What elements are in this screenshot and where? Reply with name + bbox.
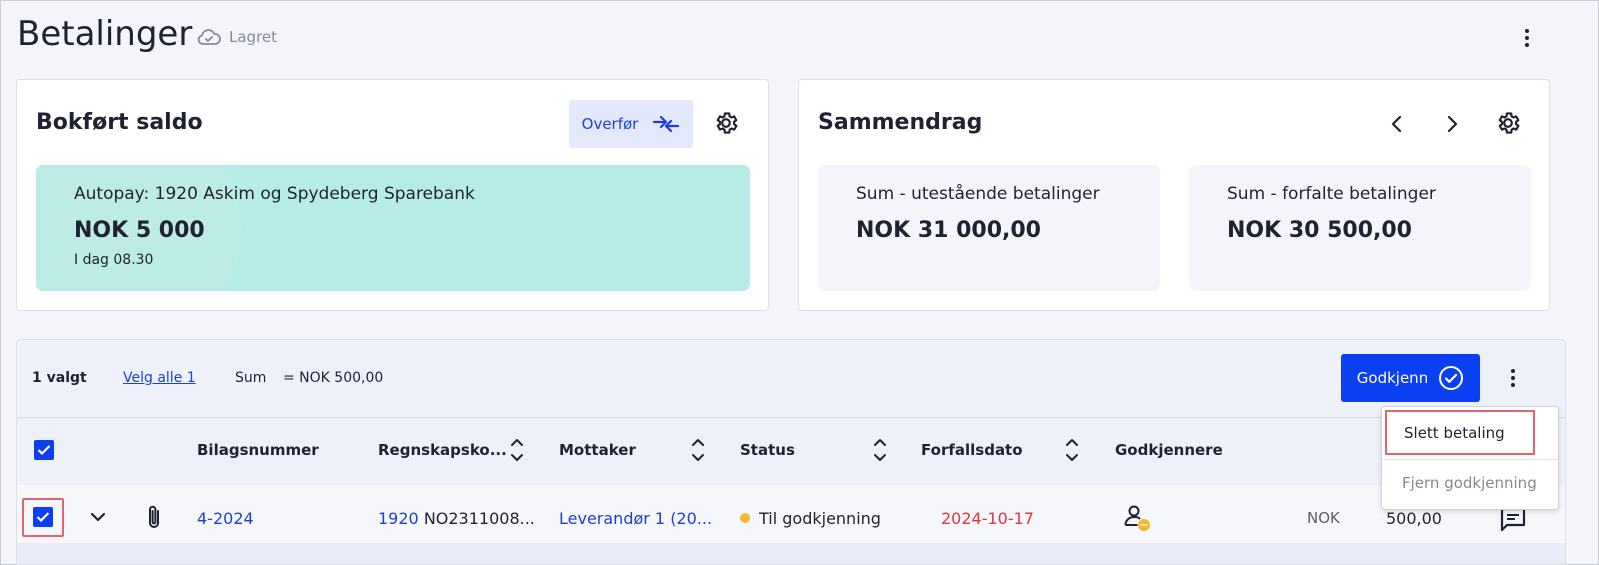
due-date: 2024-10-17 (941, 509, 1034, 528)
column-header-voucher[interactable]: Bilagsnummer (197, 441, 319, 459)
sort-recipient-icon[interactable] (691, 437, 705, 463)
chevron-down-icon[interactable] (89, 508, 107, 526)
saved-status: Lagret (196, 27, 277, 47)
outstanding-label: Sum - utestående betalinger (856, 184, 1100, 204)
currency-cell: NOK (1307, 509, 1340, 527)
summary-card: Sammendrag Sum - utestående betalinger N… (798, 79, 1550, 311)
recipient-link[interactable]: Leverandør 1 (20... (559, 509, 712, 528)
balance-card: Bokført saldo Overfør Autopay: 1920 Aski… (16, 79, 769, 311)
account-cell: 1920 NO2311008... (378, 509, 535, 528)
delete-payment-menu-item[interactable]: Slett betaling (1385, 410, 1535, 455)
column-header-recipient[interactable]: Mottaker (559, 441, 636, 459)
summary-card-title: Sammendrag (818, 110, 983, 135)
status-label: Til godkjenning (759, 509, 881, 528)
sort-account-icon[interactable] (510, 437, 524, 463)
sum-value: = NOK 500,00 (283, 370, 384, 386)
bank-account-tile[interactable]: Autopay: 1920 Askim og Spydeberg Spareba… (36, 165, 750, 291)
payments-table-panel: 1 valgt Velg alle 1 Sum = NOK 500,00 God… (16, 339, 1566, 565)
sort-due-date-icon[interactable] (1065, 437, 1079, 463)
paperclip-icon[interactable] (144, 503, 164, 531)
outstanding-value: NOK 31 000,00 (856, 218, 1041, 243)
saved-label: Lagret (229, 28, 278, 46)
column-header-status[interactable]: Status (740, 441, 795, 459)
table-more-menu-icon[interactable] (1502, 365, 1524, 391)
remove-approval-menu-item: Fjern godkjenning (1402, 473, 1537, 492)
transfer-arrows-icon (653, 115, 680, 133)
chevron-right-icon[interactable] (1442, 113, 1462, 135)
header-divider (17, 417, 1565, 418)
column-header-due-date[interactable]: Forfallsdato (921, 441, 1023, 459)
column-header-approvers: Godkjennere (1115, 441, 1223, 459)
select-all-checkbox[interactable] (34, 440, 54, 460)
page-more-menu-icon[interactable] (1516, 25, 1538, 51)
status-cell: Til godkjenning (740, 509, 881, 528)
overdue-sum-tile: Sum - forfalte betalinger NOK 30 500,00 (1189, 165, 1531, 291)
cloud-icon (197, 29, 221, 45)
balance-settings-gear-icon[interactable] (713, 110, 739, 136)
bank-account-amount: NOK 5 000 (74, 218, 205, 243)
account-iban: NO2311008... (423, 509, 535, 528)
transfer-label: Overfør (581, 115, 639, 133)
balance-card-title: Bokført saldo (36, 110, 203, 135)
row-bottom-band (17, 543, 1565, 564)
page-title: Betalinger (17, 14, 193, 54)
bank-account-name: Autopay: 1920 Askim og Spydeberg Spareba… (74, 184, 475, 204)
row-actions-menu: Slett betaling Fjern godkjenning (1381, 406, 1560, 510)
check-circle-icon (1439, 366, 1464, 390)
transfer-button[interactable]: Overfør (569, 100, 693, 148)
voucher-link[interactable]: 4-2024 (197, 509, 254, 528)
checkmark-icon (37, 445, 51, 456)
approve-button[interactable]: Godkjenn (1341, 354, 1480, 402)
outstanding-sum-tile: Sum - utestående betalinger NOK 31 000,0… (818, 165, 1160, 291)
select-all-link[interactable]: Velg alle 1 (123, 370, 196, 386)
summary-settings-gear-icon[interactable] (1495, 110, 1521, 136)
overdue-label: Sum - forfalte betalinger (1227, 184, 1436, 204)
bank-account-time: I dag 08.30 (74, 252, 154, 268)
approve-label: Godkjenn (1356, 369, 1429, 387)
overdue-value: NOK 30 500,00 (1227, 218, 1412, 243)
chevron-left-icon[interactable] (1387, 113, 1407, 135)
column-header-account[interactable]: Regnskapsko... (378, 441, 507, 459)
account-number-link[interactable]: 1920 (378, 509, 419, 528)
sum-label: Sum (235, 370, 267, 386)
approver-pending-icon[interactable] (1123, 503, 1153, 533)
row-checkbox[interactable] (33, 507, 53, 527)
sort-status-icon[interactable] (873, 437, 887, 463)
checkmark-icon (36, 512, 50, 523)
status-dot-icon (740, 513, 750, 523)
selected-count: 1 valgt (32, 370, 87, 386)
amount-cell: 500,00 (1386, 509, 1442, 528)
